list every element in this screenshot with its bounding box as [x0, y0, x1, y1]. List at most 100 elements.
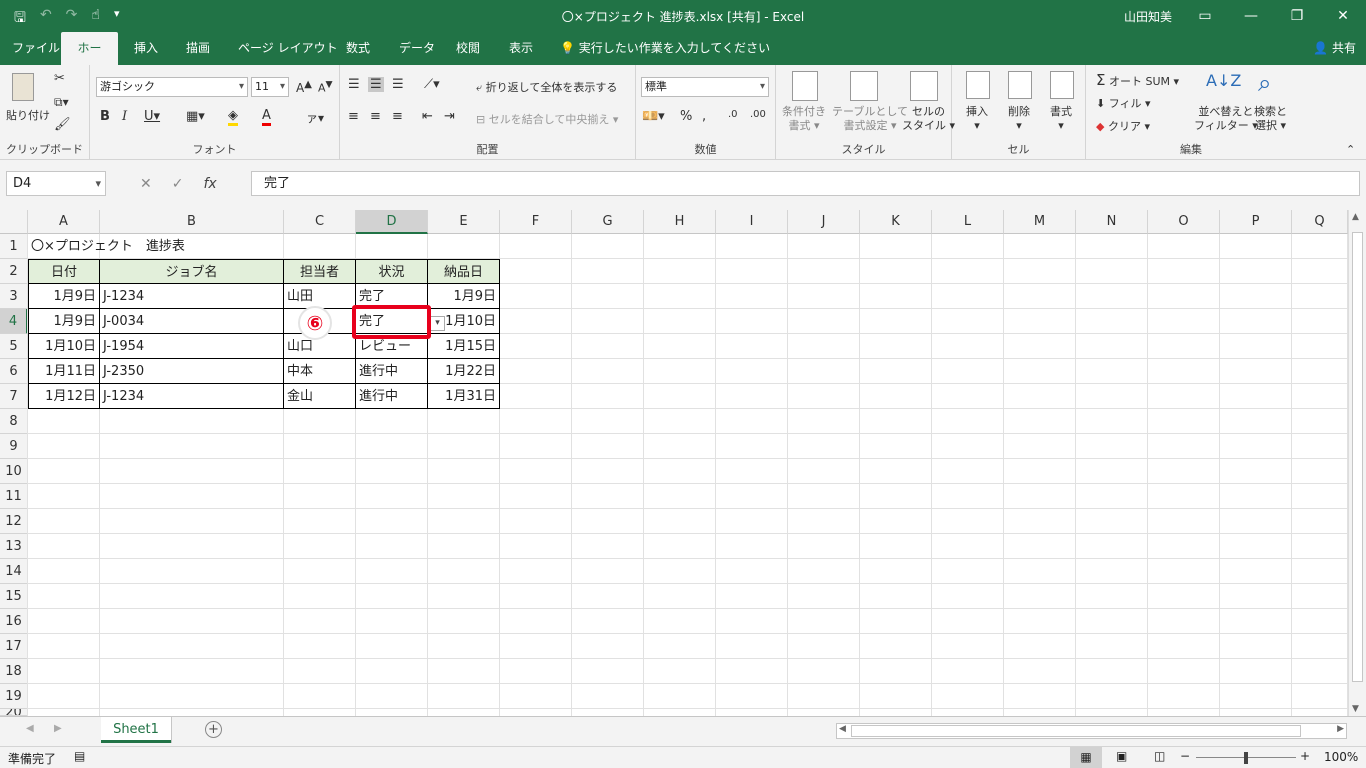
- decrease-font-icon[interactable]: A▼: [318, 79, 333, 95]
- user-name[interactable]: 山田知美: [1124, 8, 1172, 25]
- row-header[interactable]: 18: [0, 659, 28, 684]
- formula-input[interactable]: 完了: [251, 171, 1360, 196]
- row-header[interactable]: 4: [0, 309, 28, 334]
- bold-icon[interactable]: B: [100, 109, 110, 124]
- name-box[interactable]: D4: [6, 171, 106, 196]
- insert-cells-icon[interactable]: [966, 71, 990, 102]
- increase-decimal-icon[interactable]: .0: [728, 109, 738, 120]
- sort-filter-icon[interactable]: A↓Z: [1206, 71, 1241, 90]
- zoom-out-icon[interactable]: −: [1180, 749, 1190, 763]
- table-cell[interactable]: 1月9日: [28, 284, 100, 309]
- tab-draw[interactable]: 描画: [174, 32, 222, 65]
- clear-button[interactable]: ◆ クリア ▾: [1096, 118, 1150, 134]
- table-header-cell[interactable]: 納品日: [428, 259, 500, 284]
- format-cells-button[interactable]: 書式 ▾: [1050, 105, 1072, 133]
- column-header[interactable]: J: [788, 210, 860, 234]
- page-layout-view-icon[interactable]: ▣: [1116, 749, 1127, 763]
- sheet-title-cell[interactable]: 〇×プロジェクト 進捗表: [28, 234, 358, 259]
- row-header[interactable]: 10: [0, 459, 28, 484]
- tab-formulas[interactable]: 数式: [334, 32, 382, 65]
- cell-style-icon[interactable]: [910, 71, 938, 104]
- table-cell[interactable]: J-0034: [100, 309, 284, 334]
- vertical-scrollbar[interactable]: ▲ ▼: [1348, 210, 1366, 716]
- find-select-button[interactable]: 検索と 選択 ▾: [1254, 105, 1287, 133]
- wrap-text-button[interactable]: ⤶ 折り返して全体を表示する: [476, 79, 617, 95]
- align-left-icon[interactable]: ≡: [348, 109, 359, 124]
- row-header[interactable]: 13: [0, 534, 28, 559]
- row-header[interactable]: 11: [0, 484, 28, 509]
- increase-font-icon[interactable]: A▲: [296, 79, 312, 95]
- decrease-decimal-icon[interactable]: .00: [750, 109, 766, 120]
- font-size-combo[interactable]: 11: [251, 77, 289, 97]
- ribbon-display-icon[interactable]: ▭: [1182, 0, 1228, 32]
- column-header[interactable]: I: [716, 210, 788, 234]
- increase-indent-icon[interactable]: ⇥: [444, 109, 455, 124]
- row-header[interactable]: 17: [0, 634, 28, 659]
- table-cell[interactable]: 1月12日: [28, 384, 100, 409]
- zoom-in-icon[interactable]: +: [1300, 749, 1310, 763]
- zoom-level[interactable]: 100%: [1324, 750, 1358, 764]
- underline-icon[interactable]: U▾: [144, 109, 160, 124]
- column-header[interactable]: P: [1220, 210, 1292, 234]
- copy-icon[interactable]: ⧉▾: [54, 95, 69, 110]
- font-color-icon[interactable]: A: [262, 108, 271, 126]
- column-header[interactable]: M: [1004, 210, 1076, 234]
- column-header[interactable]: N: [1076, 210, 1148, 234]
- table-cell[interactable]: J-1234: [100, 384, 284, 409]
- sheet-tab[interactable]: Sheet1: [101, 717, 171, 743]
- column-header[interactable]: A: [28, 210, 100, 234]
- align-bottom-icon[interactable]: ☰: [392, 77, 404, 92]
- row-header[interactable]: 19: [0, 684, 28, 709]
- prev-sheet-icon[interactable]: ◀: [26, 723, 34, 734]
- delete-cells-button[interactable]: 削除 ▾: [1008, 105, 1030, 133]
- tab-review[interactable]: 校閲: [444, 32, 492, 65]
- cancel-icon[interactable]: ✕: [140, 176, 152, 192]
- page-break-view-icon[interactable]: ◫: [1154, 749, 1165, 763]
- row-header[interactable]: 14: [0, 559, 28, 584]
- decrease-indent-icon[interactable]: ⇤: [422, 109, 433, 124]
- align-right-icon[interactable]: ≡: [392, 109, 403, 124]
- table-format-icon[interactable]: [850, 71, 878, 104]
- h-scroll-thumb[interactable]: [851, 725, 1301, 737]
- paste-icon[interactable]: [12, 73, 42, 103]
- zoom-slider-thumb[interactable]: [1244, 752, 1248, 764]
- table-cell[interactable]: 1月9日: [428, 284, 500, 309]
- row-header[interactable]: 5: [0, 334, 28, 359]
- column-header[interactable]: B: [100, 210, 284, 234]
- insert-function-icon[interactable]: fx: [203, 176, 216, 192]
- horizontal-scrollbar[interactable]: ◀ ▶: [836, 723, 1347, 739]
- cut-icon[interactable]: ✂: [54, 71, 65, 86]
- column-header[interactable]: Q: [1292, 210, 1348, 234]
- table-cell[interactable]: 金山: [284, 384, 356, 409]
- scroll-right-icon[interactable]: ▶: [1337, 724, 1344, 734]
- row-header[interactable]: 2: [0, 259, 28, 284]
- table-cell[interactable]: 1月22日: [428, 359, 500, 384]
- table-cell[interactable]: 1月9日: [28, 309, 100, 334]
- format-painter-icon[interactable]: 🖌: [54, 117, 71, 132]
- minimize-icon[interactable]: —: [1228, 0, 1274, 32]
- table-cell[interactable]: 1月15日: [428, 334, 500, 359]
- cond-format-button[interactable]: 条件付き 書式 ▾: [782, 105, 826, 133]
- table-header-cell[interactable]: 担当者: [284, 259, 356, 284]
- column-header[interactable]: O: [1148, 210, 1220, 234]
- row-header[interactable]: 16: [0, 609, 28, 634]
- next-sheet-icon[interactable]: ▶: [54, 723, 62, 734]
- row-header[interactable]: 6: [0, 359, 28, 384]
- tab-data[interactable]: データ: [387, 32, 447, 65]
- macro-record-icon[interactable]: ▤: [74, 749, 85, 763]
- border-icon[interactable]: ▦▾: [186, 109, 205, 124]
- align-center-icon[interactable]: ≡: [370, 109, 381, 124]
- percent-icon[interactable]: %: [680, 109, 692, 124]
- delete-cells-icon[interactable]: [1008, 71, 1032, 102]
- tell-me-box[interactable]: 💡 実行したい作業を入力してください: [560, 32, 770, 65]
- scroll-left-icon[interactable]: ◀: [839, 724, 846, 734]
- italic-icon[interactable]: I: [122, 109, 127, 124]
- table-header-cell[interactable]: 日付: [28, 259, 100, 284]
- column-header[interactable]: E: [428, 210, 500, 234]
- row-header[interactable]: 7: [0, 384, 28, 409]
- paste-button[interactable]: 貼り付け: [6, 107, 50, 123]
- row-header[interactable]: 1: [0, 234, 28, 259]
- table-cell[interactable]: 山田: [284, 284, 356, 309]
- row-header[interactable]: 3: [0, 284, 28, 309]
- table-cell[interactable]: J-1234: [100, 284, 284, 309]
